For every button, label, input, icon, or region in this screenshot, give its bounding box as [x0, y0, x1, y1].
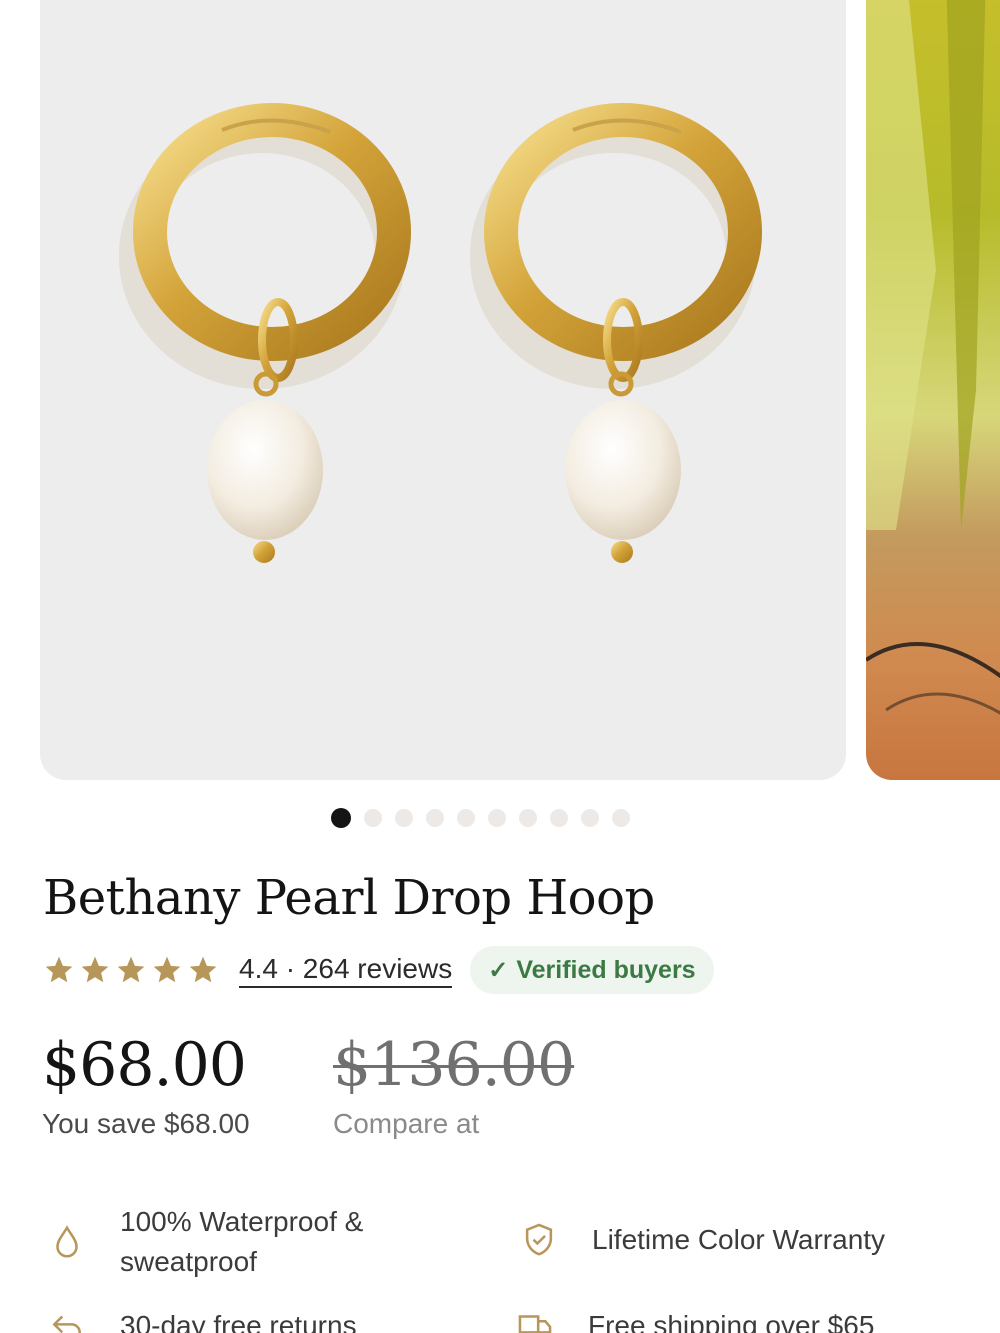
reviews-link[interactable]: 4.4 · 264 reviews — [239, 953, 453, 988]
star-icon — [117, 956, 145, 983]
earrings-illustration — [119, 103, 762, 563]
feature-warranty: Lifetime Color Warranty — [520, 1220, 885, 1260]
feature-waterproof: 100% Waterproof & sweatproof — [48, 1202, 448, 1282]
feature-shipping: Free shipping over $65 — [516, 1306, 874, 1333]
star-icon — [81, 956, 109, 983]
shipping-truck-icon — [518, 1315, 552, 1333]
pagination-dot[interactable] — [612, 809, 630, 827]
pagination-dot[interactable] — [519, 809, 537, 827]
star-icon — [153, 956, 181, 983]
compare-label: Compare at — [333, 1108, 480, 1139]
rating-row: 4.4 · 264 reviews ✓ Verified buyers — [43, 946, 714, 994]
product-next-image-peek[interactable] — [866, 0, 1000, 780]
verified-label: Verified buyers — [516, 955, 696, 984]
savings-text: You save $68.00 — [42, 1108, 250, 1139]
right-earring — [470, 103, 762, 563]
star-icon — [189, 956, 217, 983]
image-gallery[interactable] — [0, 0, 1000, 782]
pagination-dot[interactable] — [426, 809, 444, 827]
return-arrow-icon — [52, 1315, 81, 1333]
gallery-pagination[interactable] — [331, 808, 630, 828]
pagination-dot[interactable] — [581, 809, 599, 827]
feature-label: 30-day free returns — [120, 1310, 357, 1333]
rating-stars — [43, 954, 219, 986]
compare-price: $136.00 — [333, 1030, 575, 1100]
lifestyle-image-peek — [866, 0, 1000, 715]
pagination-dot[interactable] — [488, 809, 506, 827]
checkmark-icon: ✓ — [488, 956, 509, 984]
pagination-dot[interactable] — [364, 809, 382, 827]
shield-check-icon — [525, 1223, 553, 1256]
feature-label: 100% Waterproof & sweatproof — [120, 1206, 364, 1277]
pagination-dot[interactable] — [395, 809, 413, 827]
star-icon — [45, 956, 73, 983]
verified-buyers-badge: ✓ Verified buyers — [470, 946, 714, 994]
pagination-dot[interactable] — [457, 809, 475, 827]
feature-label: Lifetime Color Warranty — [592, 1224, 886, 1255]
product-title: Bethany Pearl Drop Hoop — [43, 870, 655, 926]
current-price-block: $68.00 You save $68.00 — [42, 1030, 250, 1140]
left-earring — [119, 103, 411, 563]
current-price: $68.00 — [42, 1030, 247, 1100]
water-drop-icon — [56, 1225, 78, 1258]
feature-returns: 30-day free returns — [48, 1306, 357, 1333]
pagination-dot[interactable] — [550, 809, 568, 827]
feature-label: Free shipping over $65 — [588, 1310, 875, 1333]
compare-price-block: $136.00 Compare at — [333, 1030, 575, 1140]
pagination-dot-active[interactable] — [331, 808, 351, 828]
product-main-image[interactable] — [40, 0, 846, 780]
